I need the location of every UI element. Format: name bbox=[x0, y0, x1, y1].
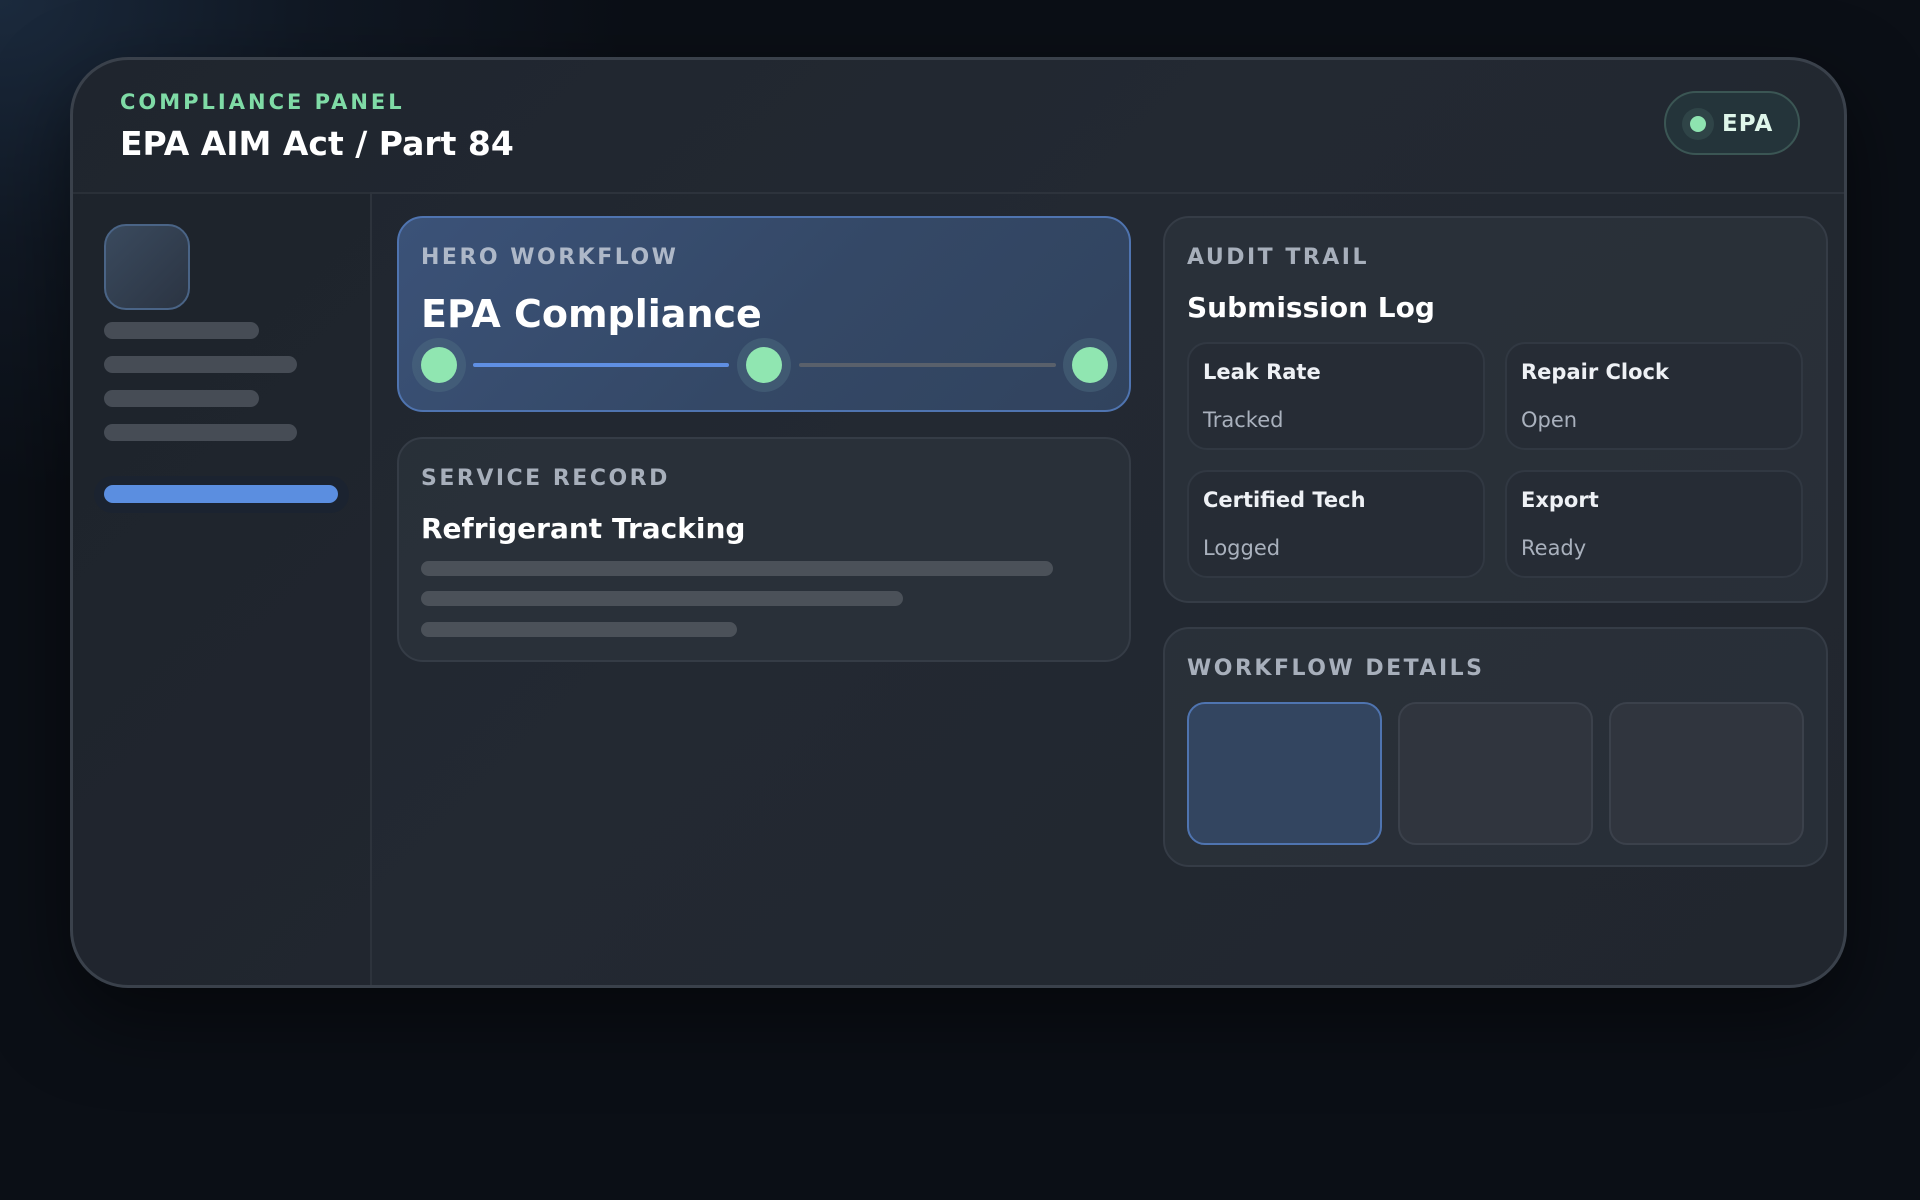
sidebar bbox=[73, 192, 372, 985]
tile-label: Repair Clock bbox=[1521, 360, 1669, 384]
service-record-card[interactable]: SERVICE RECORD Refrigerant Tracking bbox=[397, 437, 1131, 662]
sidebar-item-active[interactable] bbox=[104, 485, 338, 503]
audit-tile-leak-rate[interactable]: Leak Rate Tracked bbox=[1187, 342, 1485, 450]
placeholder-line bbox=[421, 561, 1053, 576]
sidebar-item-3[interactable] bbox=[104, 390, 259, 407]
workflow-option[interactable] bbox=[1398, 702, 1593, 845]
tile-value: Ready bbox=[1521, 536, 1587, 560]
service-title: Refrigerant Tracking bbox=[421, 512, 746, 545]
step-3-icon[interactable] bbox=[1072, 347, 1108, 383]
audit-eyebrow: AUDIT TRAIL bbox=[1187, 245, 1370, 270]
step-2-icon[interactable] bbox=[746, 347, 782, 383]
app-window: COMPLIANCE PANEL EPA AIM Act / Part 84 E… bbox=[70, 57, 1847, 988]
page-title: EPA AIM Act / Part 84 bbox=[120, 124, 514, 163]
hero-workflow-card[interactable]: HERO WORKFLOW EPA Compliance bbox=[397, 216, 1131, 412]
panel-eyebrow: COMPLIANCE PANEL bbox=[120, 90, 405, 114]
step-connector-pending bbox=[799, 363, 1056, 367]
placeholder-line bbox=[421, 622, 737, 637]
audit-tile-repair-clock[interactable]: Repair Clock Open bbox=[1505, 342, 1803, 450]
audit-title: Submission Log bbox=[1187, 291, 1435, 324]
badge-label: EPA bbox=[1722, 111, 1774, 137]
epa-status-badge[interactable]: EPA bbox=[1664, 91, 1800, 155]
tile-label: Leak Rate bbox=[1203, 360, 1321, 384]
sidebar-item-4[interactable] bbox=[104, 424, 297, 441]
service-eyebrow: SERVICE RECORD bbox=[421, 466, 670, 491]
avatar[interactable] bbox=[104, 224, 190, 310]
tile-label: Export bbox=[1521, 488, 1599, 512]
step-connector-complete bbox=[473, 363, 729, 367]
hero-title: EPA Compliance bbox=[421, 292, 762, 336]
details-eyebrow: WORKFLOW DETAILS bbox=[1187, 656, 1485, 681]
status-dot-icon bbox=[1690, 116, 1706, 132]
hero-eyebrow: HERO WORKFLOW bbox=[421, 245, 679, 270]
panel-header: COMPLIANCE PANEL EPA AIM Act / Part 84 E… bbox=[73, 60, 1844, 194]
audit-tile-export[interactable]: Export Ready bbox=[1505, 470, 1803, 578]
step-1-icon[interactable] bbox=[421, 347, 457, 383]
workflow-option[interactable] bbox=[1609, 702, 1804, 845]
workflow-option-selected[interactable] bbox=[1187, 702, 1382, 845]
sidebar-item-1[interactable] bbox=[104, 322, 259, 339]
placeholder-line bbox=[421, 591, 903, 606]
tile-value: Open bbox=[1521, 408, 1578, 432]
tile-label: Certified Tech bbox=[1203, 488, 1366, 512]
workflow-details-card: WORKFLOW DETAILS bbox=[1163, 627, 1828, 867]
tile-value: Tracked bbox=[1203, 408, 1284, 432]
sidebar-item-2[interactable] bbox=[104, 356, 297, 373]
audit-trail-card: AUDIT TRAIL Submission Log Leak Rate Tra… bbox=[1163, 216, 1828, 603]
tile-value: Logged bbox=[1203, 536, 1281, 560]
audit-tile-certified-tech[interactable]: Certified Tech Logged bbox=[1187, 470, 1485, 578]
